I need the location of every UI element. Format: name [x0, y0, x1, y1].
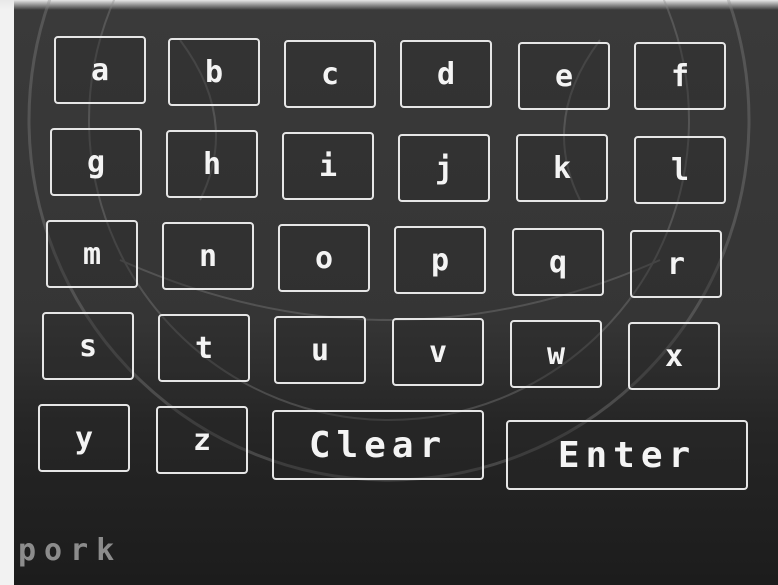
key-m[interactable]: m	[46, 220, 138, 288]
key-a[interactable]: a	[54, 36, 146, 104]
key-t[interactable]: t	[158, 314, 250, 382]
keyboard-screen: a b c d e f g h i j k l m n o p q r s t …	[0, 0, 778, 585]
key-g[interactable]: g	[50, 128, 142, 196]
key-j[interactable]: j	[398, 134, 490, 202]
key-v[interactable]: v	[392, 318, 484, 386]
key-z[interactable]: z	[156, 406, 248, 474]
key-r[interactable]: r	[630, 230, 722, 298]
key-c[interactable]: c	[284, 40, 376, 108]
clear-button[interactable]: Clear	[272, 410, 484, 480]
key-e[interactable]: e	[518, 42, 610, 110]
input-display: pork	[18, 533, 123, 568]
key-f[interactable]: f	[634, 42, 726, 110]
key-w[interactable]: w	[510, 320, 602, 388]
key-o[interactable]: o	[278, 224, 370, 292]
key-h[interactable]: h	[166, 130, 258, 198]
key-i[interactable]: i	[282, 132, 374, 200]
key-u[interactable]: u	[274, 316, 366, 384]
key-k[interactable]: k	[516, 134, 608, 202]
left-margin	[0, 0, 14, 585]
key-s[interactable]: s	[42, 312, 134, 380]
key-p[interactable]: p	[394, 226, 486, 294]
top-margin	[0, 0, 778, 10]
key-b[interactable]: b	[168, 38, 260, 106]
key-y[interactable]: y	[38, 404, 130, 472]
key-q[interactable]: q	[512, 228, 604, 296]
key-l[interactable]: l	[634, 136, 726, 204]
key-n[interactable]: n	[162, 222, 254, 290]
enter-button[interactable]: Enter	[506, 420, 748, 490]
key-d[interactable]: d	[400, 40, 492, 108]
key-x[interactable]: x	[628, 322, 720, 390]
